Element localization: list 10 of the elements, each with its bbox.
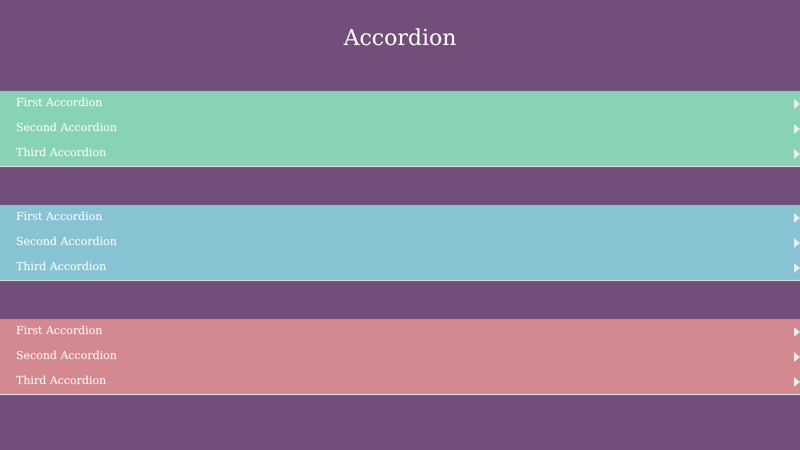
accordion-header[interactable]: Third Accordion [0, 141, 800, 166]
page-title: Accordion [344, 25, 456, 53]
accordion-header[interactable]: Third Accordion [0, 369, 800, 394]
accordion-header[interactable]: Third Accordion [0, 255, 800, 280]
accordion-header[interactable]: Second Accordion [0, 116, 800, 141]
accordion-header[interactable]: Second Accordion [0, 344, 800, 369]
accordion-header[interactable]: First Accordion [0, 91, 800, 116]
accordion-header[interactable]: Second Accordion [0, 230, 800, 255]
accordion-header[interactable]: First Accordion [0, 319, 800, 344]
accordion-header[interactable]: First Accordion [0, 205, 800, 230]
